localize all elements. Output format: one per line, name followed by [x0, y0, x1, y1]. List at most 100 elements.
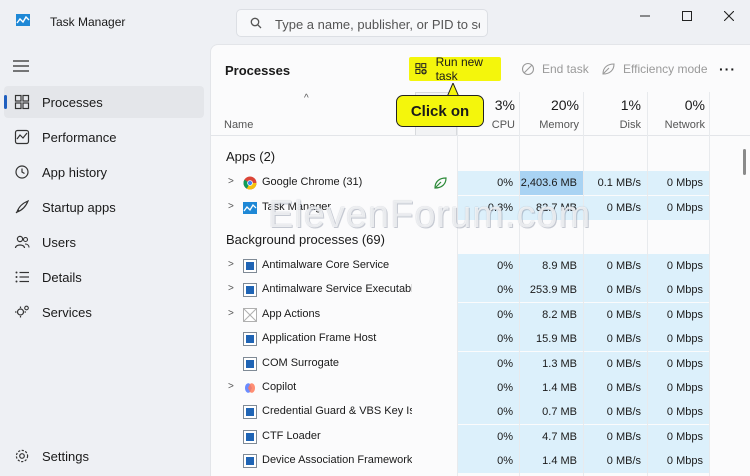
minimize-button[interactable] — [634, 6, 656, 26]
title-bar: Task Manager — [0, 0, 750, 44]
process-name: Antimalware Core Service — [262, 259, 390, 271]
hamburger-menu-icon[interactable] — [13, 59, 29, 73]
process-row[interactable]: > Google Chrome (31) 0% 2,403.6 MB 0.1 MB/s 0… — [211, 171, 750, 195]
cpu-cell: 0% — [458, 351, 519, 376]
process-row[interactable]: > Antimalware Service Executable 0% 253.9 M… — [211, 278, 750, 303]
process-row[interactable]: Application Frame Host 0% 15.9 MB 0 MB/s 0 M… — [211, 327, 750, 352]
memory-label: Memory — [539, 119, 579, 131]
process-row[interactable]: CTF Loader 0% 4.7 MB 0 MB/s 0 Mbps — [211, 424, 750, 449]
service-icon — [243, 429, 257, 444]
processes-icon — [14, 94, 30, 110]
disk-cell: 0 MB/s — [584, 195, 647, 220]
sidebar-item-label: Details — [42, 270, 82, 285]
service-icon — [243, 405, 257, 420]
network-cell: 0 Mbps — [648, 351, 709, 376]
disk-cell: 0 MB/s — [584, 449, 647, 474]
disk-cell: 0.1 MB/s — [584, 171, 647, 195]
sidebar-item-details[interactable]: Details — [4, 261, 204, 293]
efficiency-mode-button[interactable]: Efficiency mode — [601, 57, 708, 81]
disk-cell: 0 MB/s — [584, 254, 647, 278]
process-row[interactable]: Credential Guard & VBS Key Is... 0% 0.7 MB… — [211, 400, 750, 425]
scrollbar-thumb[interactable] — [743, 149, 746, 175]
close-button[interactable] — [718, 6, 740, 26]
disk-cell: 0 MB/s — [584, 302, 647, 327]
sidebar-item-settings[interactable]: Settings — [4, 440, 204, 472]
sidebar-item-performance[interactable]: Performance — [4, 121, 204, 153]
column-header-name[interactable]: Name — [224, 119, 253, 131]
process-name: COM Surrogate — [262, 356, 340, 369]
process-row[interactable]: Device Association Framework... 0% 1.4 MB 0… — [211, 449, 750, 474]
service-icon — [243, 259, 257, 273]
process-row[interactable]: > Copilot 0% 1.4 MB 0 MB/s 0 Mbps — [211, 376, 750, 400]
network-cell: 0 Mbps — [648, 327, 709, 352]
sidebar-item-app-history[interactable]: App history — [4, 156, 204, 188]
details-icon — [15, 271, 29, 283]
expand-chevron-icon[interactable]: > — [228, 308, 234, 319]
memory-cell: 8.9 MB — [520, 254, 583, 278]
disk-cell: 0 MB/s — [584, 424, 647, 449]
column-header-network[interactable]: 0% Network — [645, 97, 705, 131]
sidebar-item-label: Processes — [42, 95, 103, 110]
sidebar-item-startup-apps[interactable]: Startup apps — [4, 191, 204, 223]
sidebar-item-label: Users — [42, 235, 76, 250]
processes-panel: Processes Run new task End task Efficien… — [210, 44, 750, 476]
network-cell: 0 Mbps — [648, 400, 709, 425]
services-icon — [15, 305, 29, 318]
cpu-cell: 0% — [458, 449, 519, 474]
process-name: CTF Loader — [262, 429, 321, 442]
service-icon — [243, 356, 257, 371]
expand-chevron-icon[interactable]: > — [228, 259, 234, 270]
disk-cell: 0 MB/s — [584, 376, 647, 400]
search-icon — [250, 17, 262, 29]
end-task-label: End task — [542, 62, 589, 76]
header-divider — [211, 135, 750, 136]
column-header-memory[interactable]: 20% Memory — [517, 97, 579, 131]
sidebar-item-users[interactable]: Users — [4, 226, 204, 258]
disk-cell: 0 MB/s — [584, 278, 647, 303]
network-cell: 0 Mbps — [648, 171, 709, 195]
efficiency-leaf-icon — [434, 177, 447, 189]
memory-cell: 2,403.6 MB — [520, 171, 583, 195]
column-header-disk[interactable]: 1% Disk — [583, 97, 641, 131]
expand-chevron-icon[interactable]: > — [228, 381, 234, 392]
memory-cell: 4.7 MB — [520, 424, 583, 449]
run-new-task-button[interactable]: Run new task — [409, 55, 501, 83]
app-actions-icon — [243, 307, 257, 322]
process-name: Application Frame Host — [262, 332, 377, 345]
disk-percent: 1% — [620, 97, 641, 113]
search-box[interactable] — [236, 9, 488, 37]
memory-cell: 253.9 MB — [520, 278, 583, 303]
service-icon — [243, 283, 257, 298]
end-task-button[interactable]: End task — [521, 57, 589, 81]
startup-icon — [15, 199, 30, 214]
sidebar-item-processes[interactable]: Processes — [4, 86, 204, 118]
process-name: Antimalware Service Executable — [262, 283, 412, 296]
process-row[interactable]: > App Actions 0% 8.2 MB 0 MB/s 0 Mbps — [211, 302, 750, 327]
page-title: Processes — [225, 63, 291, 78]
memory-cell: 1.4 MB — [520, 376, 583, 400]
expand-chevron-icon[interactable]: > — [228, 283, 234, 294]
end-task-icon — [521, 62, 535, 76]
search-input[interactable] — [275, 15, 480, 33]
process-row[interactable]: COM Surrogate 0% 1.3 MB 0 MB/s 0 Mbps — [211, 351, 750, 376]
cpu-cell: 0% — [458, 278, 519, 303]
expand-chevron-icon[interactable]: > — [228, 201, 234, 212]
click-on-callout: Click on — [396, 95, 484, 127]
gear-icon — [15, 449, 29, 463]
taskmanager-icon — [243, 201, 257, 215]
maximize-button[interactable] — [676, 6, 698, 26]
more-options-icon[interactable]: ··· — [719, 61, 736, 77]
expand-chevron-icon[interactable]: > — [228, 176, 234, 187]
process-name: Credential Guard & VBS Key Is... — [262, 405, 412, 418]
active-indicator — [4, 95, 7, 109]
process-name: Google Chrome (31) — [262, 176, 363, 188]
memory-cell: 1.3 MB — [520, 351, 583, 376]
cpu-cell: 0% — [458, 171, 519, 195]
sidebar-item-services[interactable]: Services — [4, 296, 204, 328]
process-row[interactable]: > Antimalware Core Service 0% 8.9 MB 0 MB/s 0… — [211, 254, 750, 278]
minimize-icon — [640, 15, 650, 17]
process-name: App Actions — [262, 307, 321, 320]
network-percent: 0% — [684, 97, 705, 113]
process-name: Copilot — [262, 381, 297, 393]
network-cell: 0 Mbps — [648, 449, 709, 474]
